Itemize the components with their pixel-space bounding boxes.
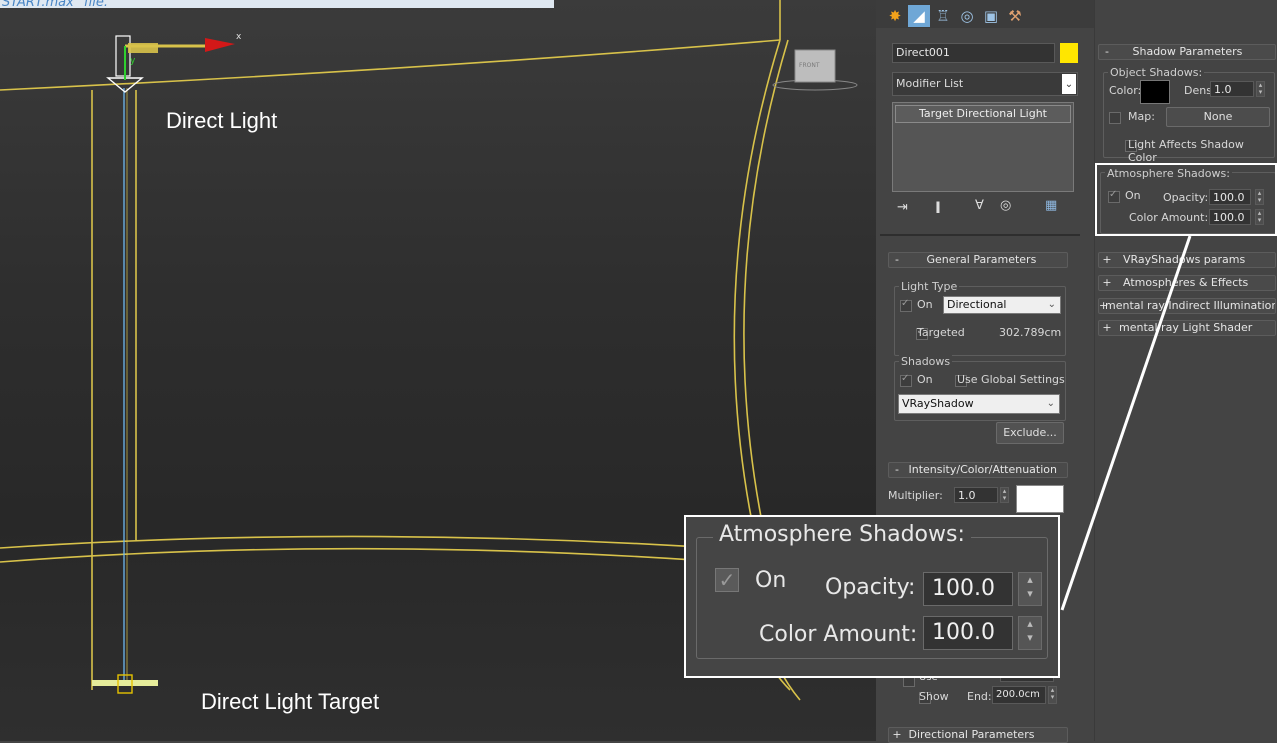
- callout-color-amount-label: Color Amount:: [759, 622, 918, 647]
- callout-on-label: On: [755, 568, 787, 593]
- callout-group: Atmosphere Shadows: ✓ On Opacity: 100.0 …: [696, 522, 1048, 659]
- callout-connector: [1060, 235, 1192, 611]
- callout-atmosphere-shadows-label: Atmosphere Shadows:: [713, 522, 971, 547]
- callout-color-amount-field[interactable]: 100.0: [923, 616, 1013, 650]
- callout-opacity-field[interactable]: 100.0: [923, 572, 1013, 606]
- callout-on-checkbox[interactable]: ✓: [715, 568, 739, 592]
- callout-opacity-label: Opacity:: [825, 575, 916, 600]
- callout-color-amount-spinner[interactable]: ▴ ▾: [1018, 616, 1042, 650]
- callout-opacity-spinner[interactable]: ▴ ▾: [1018, 572, 1042, 606]
- atmosphere-shadows-zoom-callout: Atmosphere Shadows: ✓ On Opacity: 100.0 …: [684, 515, 1060, 678]
